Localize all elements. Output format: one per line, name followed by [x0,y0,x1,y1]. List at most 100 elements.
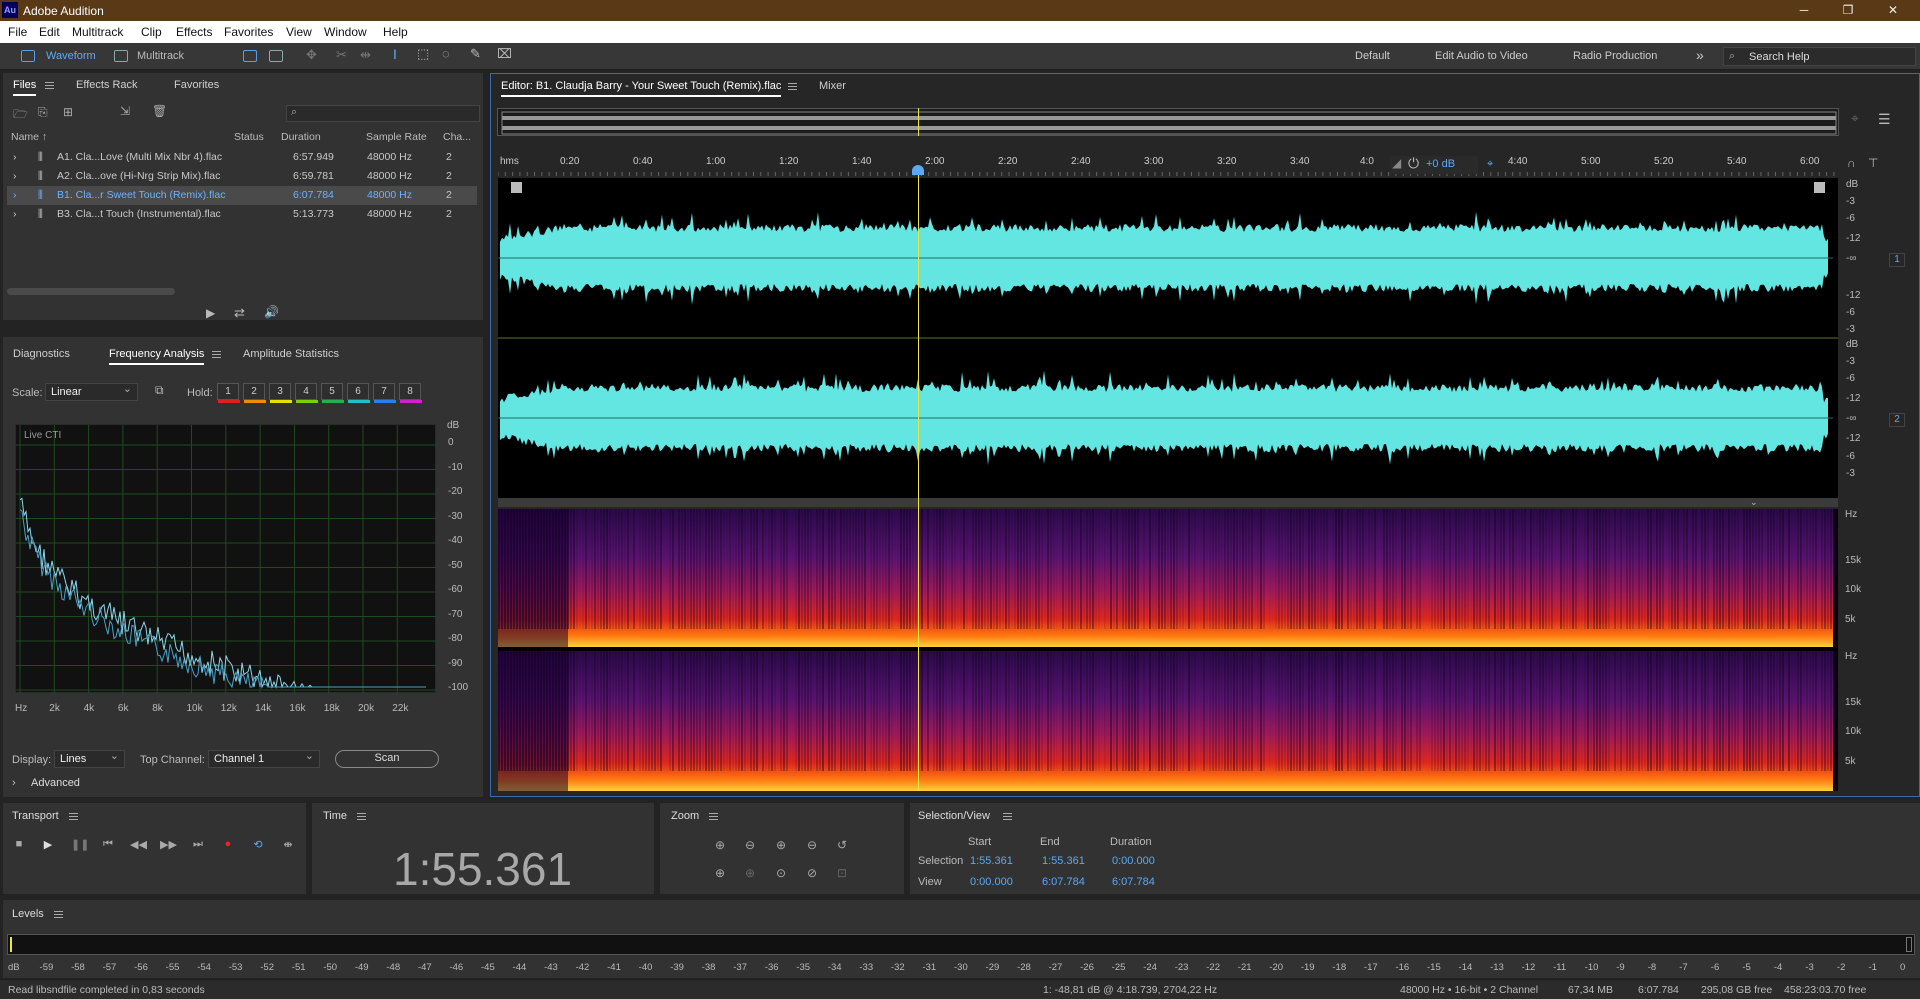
search-help-input[interactable]: ⌕ Search Help [1723,47,1916,66]
close-file-icon[interactable]: 🗑 [152,104,167,118]
zoom-in-at-end-icon[interactable]: ⊕ [742,866,758,880]
resize-icon[interactable] [1814,182,1825,193]
hold-button-8[interactable]: 8 [399,383,422,403]
close-icon[interactable]: ✕ [1877,1,1909,19]
brush-tool-icon[interactable]: ✎ [470,46,481,62]
view-end[interactable]: 6:07.784 [1042,876,1085,888]
selection-start[interactable]: 1:55.361 [970,855,1013,867]
selection-duration[interactable]: 0:00.000 [1112,855,1155,867]
waveform-button[interactable]: Waveform [46,50,96,62]
hold-button-2[interactable]: 2 [243,383,266,403]
hud-volume[interactable]: ◢ ⏻ +0 dB [1390,155,1478,174]
overview-menu-icon[interactable]: ☰ [1878,111,1891,128]
transport-menu-icon[interactable] [69,813,78,820]
file-row[interactable]: › ⫼ B3. Cla...t Touch (Instrumental).fla… [7,205,477,224]
zoom-out-full-icon[interactable]: ⊘ [804,866,820,880]
zoom-out-amplitude-icon[interactable]: ⊖ [742,838,758,852]
file-row[interactable]: › ⫼ A1. Cla...Love (Multi Mix Nbr 4).fla… [7,148,477,167]
zoom-out-time-icon[interactable]: ⊖ [804,838,820,852]
menu-effects[interactable]: Effects [176,25,212,39]
spectral-pitch-icon[interactable] [511,182,522,193]
move-tool-icon[interactable]: ✥ [306,47,317,63]
view-start[interactable]: 0:00.000 [970,876,1013,888]
col-status[interactable]: Status [234,131,264,143]
clip-indicator[interactable] [1906,937,1912,952]
expand-icon[interactable]: › [13,170,17,182]
record-icon[interactable]: ● [220,838,236,852]
zoom-selection-icon[interactable]: ⊙ [773,866,789,880]
hold-button-7[interactable]: 7 [373,383,396,403]
files-search-input[interactable]: ⌕ [286,105,480,122]
skip-selection-icon[interactable]: ⇼ [280,838,296,852]
tab-favorites[interactable]: Favorites [174,79,219,91]
new-file-icon[interactable]: ⊞ [63,105,73,119]
zoom-to-selected-tracks-icon[interactable]: ⊡ [834,866,850,880]
restore-icon[interactable]: ❐ [1832,1,1864,19]
workspace-edit-audio-to-video[interactable]: Edit Audio to Video [1435,50,1528,62]
hold-button-4[interactable]: 4 [295,383,318,403]
workspace-default[interactable]: Default [1355,50,1390,62]
hold-button-6[interactable]: 6 [347,383,370,403]
multitrack-button[interactable]: Multitrack [137,50,184,62]
play-icon[interactable]: ▶ [40,838,56,852]
pin-hud-icon[interactable]: ⌖ [1487,158,1493,171]
col-name[interactable]: Name ↑ [11,131,47,143]
zoom-selection-icon[interactable]: ⌖ [1851,110,1859,127]
expand-icon[interactable]: › [13,189,17,201]
menu-multitrack[interactable]: Multitrack [72,25,123,39]
menu-help[interactable]: Help [383,25,408,39]
zoom-menu-icon[interactable] [709,813,718,820]
move-to-end-icon[interactable]: ⏭ [190,838,206,852]
show-waveform-icon[interactable] [243,50,257,62]
top-channel-select[interactable]: Channel 1 [208,748,320,768]
lasso-tool-icon[interactable]: ◌ [442,46,450,61]
col-channels[interactable]: Cha... [443,131,471,143]
display-select[interactable]: Lines [54,748,125,768]
insert-into-multitrack-icon[interactable]: ⇲ [120,104,130,118]
time-selection-tool-icon[interactable]: I [393,46,397,62]
loop-playback-icon[interactable]: ⟲ [250,838,266,852]
marquee-tool-icon[interactable]: ⬚ [417,46,429,62]
menu-clip[interactable]: Clip [141,25,162,39]
zoom-in-time-icon[interactable]: ⊕ [773,838,789,852]
spectral-divider[interactable] [498,498,1838,507]
files-hscrollbar[interactable] [7,288,175,295]
scale-select[interactable]: Linear [45,381,138,401]
time-ruler[interactable] [497,152,1838,176]
hold-button-3[interactable]: 3 [269,383,292,403]
levels-menu-icon[interactable] [54,911,63,918]
playhead-line[interactable] [918,168,919,791]
file-row[interactable]: › ⫼ A2. Cla...ove (Hi-Nrg Strip Mix).fla… [7,167,477,186]
menu-window[interactable]: Window [324,25,367,39]
hold-button-1[interactable]: 1 [217,383,240,403]
fast-forward-icon[interactable]: ▶▶ [160,838,177,852]
channel-1-badge[interactable]: 1 [1889,253,1905,267]
tab-diagnostics[interactable]: Diagnostics [13,348,70,360]
tab-effects-rack[interactable]: Effects Rack [76,79,138,91]
move-to-start-icon[interactable]: ⏮ [100,838,116,852]
col-duration[interactable]: Duration [281,131,321,143]
headphones-icon[interactable]: ∩ [1847,156,1856,170]
tab-amplitude-statistics[interactable]: Amplitude Statistics [243,348,339,360]
menu-file[interactable]: File [8,25,27,39]
expand-icon[interactable]: › [13,208,17,220]
play-preview-icon[interactable]: ▶ [206,306,215,320]
rewind-icon[interactable]: ◀◀ [130,838,147,852]
spectral-display[interactable] [498,509,1838,791]
menu-edit[interactable]: Edit [39,25,60,39]
workspace-radio-production[interactable]: Radio Production [1573,50,1657,62]
time-menu-icon[interactable] [357,813,366,820]
open-file-icon[interactable]: 🗁 [13,105,28,126]
file-row-selected[interactable]: › ⫼ B1. Cla...r Sweet Touch (Remix).flac… [7,186,477,205]
tab-editor[interactable]: Editor: B1. Claudja Barry - Your Sweet T… [501,80,782,97]
pin-icon[interactable]: ⊤ [1868,156,1878,170]
more-workspaces-icon[interactable]: » [1696,47,1704,63]
selection-end[interactable]: 1:55.361 [1042,855,1085,867]
playhead-handle[interactable] [912,165,924,175]
spot-healing-icon[interactable]: ⌧ [497,46,512,62]
stop-icon[interactable]: ■ [11,838,27,852]
zoom-in-at-start-icon[interactable]: ⊕ [712,866,728,880]
zoom-in-amplitude-icon[interactable]: ⊕ [712,838,728,852]
loop-preview-icon[interactable]: ⇄ [234,305,245,321]
volume-knob-icon[interactable]: ⏻ [1408,155,1419,172]
